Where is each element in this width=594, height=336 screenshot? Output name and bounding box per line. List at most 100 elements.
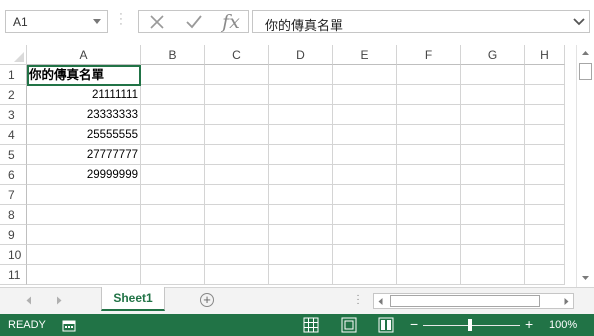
column-header-c[interactable]: C — [205, 45, 269, 65]
horizontal-scroll-thumb[interactable] — [390, 295, 540, 307]
normal-view-icon[interactable] — [303, 317, 319, 333]
cell-b1[interactable] — [141, 65, 205, 85]
tab-split-handle[interactable]: · · · — [356, 291, 360, 309]
cell-b10[interactable] — [141, 245, 205, 265]
vertical-scroll-thumb[interactable] — [579, 63, 592, 80]
column-header-h[interactable]: H — [525, 45, 565, 65]
cell-b2[interactable] — [141, 85, 205, 105]
add-sheet-icon[interactable]: + — [200, 293, 214, 307]
cell-d7[interactable] — [269, 185, 333, 205]
row-header-11[interactable]: 11 — [0, 265, 27, 285]
cell-a6[interactable]: 29999999 — [27, 165, 141, 185]
cell-f1[interactable] — [397, 65, 461, 85]
scroll-right-icon[interactable] — [562, 297, 571, 306]
cell-c4[interactable] — [205, 125, 269, 145]
cell-h5[interactable] — [525, 145, 565, 165]
cell-f3[interactable] — [397, 105, 461, 125]
column-header-d[interactable]: D — [269, 45, 333, 65]
cell-d5[interactable] — [269, 145, 333, 165]
scroll-up-icon[interactable] — [579, 47, 592, 60]
cell-e4[interactable] — [333, 125, 397, 145]
vertical-scrollbar[interactable] — [576, 45, 594, 287]
cell-f11[interactable] — [397, 265, 461, 285]
column-header-e[interactable]: E — [333, 45, 397, 65]
cell-f7[interactable] — [397, 185, 461, 205]
row-header-10[interactable]: 10 — [0, 245, 27, 265]
row-header-9[interactable]: 9 — [0, 225, 27, 245]
cell-d4[interactable] — [269, 125, 333, 145]
cell-c10[interactable] — [205, 245, 269, 265]
formula-input[interactable]: 你的傳真名單 — [252, 10, 590, 34]
cell-g6[interactable] — [461, 165, 525, 185]
cell-e11[interactable] — [333, 265, 397, 285]
cell-h4[interactable] — [525, 125, 565, 145]
macro-record-icon[interactable] — [62, 318, 76, 332]
cell-b7[interactable] — [141, 185, 205, 205]
cell-e10[interactable] — [333, 245, 397, 265]
cell-h8[interactable] — [525, 205, 565, 225]
cell-h11[interactable] — [525, 265, 565, 285]
cell-d8[interactable] — [269, 205, 333, 225]
cell-g9[interactable] — [461, 225, 525, 245]
cell-e9[interactable] — [333, 225, 397, 245]
cell-c1[interactable] — [205, 65, 269, 85]
cell-d10[interactable] — [269, 245, 333, 265]
row-header-5[interactable]: 5 — [0, 145, 27, 165]
cell-g8[interactable] — [461, 205, 525, 225]
cell-f4[interactable] — [397, 125, 461, 145]
next-sheet-icon[interactable] — [55, 296, 63, 305]
sheet-tab-sheet1[interactable]: Sheet1 — [101, 287, 165, 311]
cell-f6[interactable] — [397, 165, 461, 185]
cell-g3[interactable] — [461, 105, 525, 125]
cell-a11[interactable] — [27, 265, 141, 285]
cell-b6[interactable] — [141, 165, 205, 185]
cell-a5[interactable]: 27777777 — [27, 145, 141, 165]
cell-b3[interactable] — [141, 105, 205, 125]
cell-d3[interactable] — [269, 105, 333, 125]
cell-a9[interactable] — [27, 225, 141, 245]
row-header-1[interactable]: 1 — [0, 65, 27, 85]
cell-d2[interactable] — [269, 85, 333, 105]
cell-g11[interactable] — [461, 265, 525, 285]
cell-g1[interactable] — [461, 65, 525, 85]
expand-chevron-icon[interactable] — [573, 17, 585, 27]
cell-b4[interactable] — [141, 125, 205, 145]
row-header-4[interactable]: 4 — [0, 125, 27, 145]
scroll-down-icon[interactable] — [579, 271, 592, 284]
insert-function-button[interactable]: fx — [216, 11, 246, 33]
zoom-slider-thumb[interactable] — [468, 319, 472, 331]
cell-a2[interactable]: 21111111 — [27, 85, 141, 105]
cell-a10[interactable] — [27, 245, 141, 265]
cell-b8[interactable] — [141, 205, 205, 225]
enter-button[interactable] — [179, 12, 209, 32]
cell-f8[interactable] — [397, 205, 461, 225]
cell-e5[interactable] — [333, 145, 397, 165]
cell-f2[interactable] — [397, 85, 461, 105]
cell-c11[interactable] — [205, 265, 269, 285]
horizontal-scrollbar[interactable] — [373, 293, 574, 309]
cell-g5[interactable] — [461, 145, 525, 165]
cell-a1[interactable]: 你的傳真名單 — [27, 65, 141, 85]
cell-e7[interactable] — [333, 185, 397, 205]
cell-c6[interactable] — [205, 165, 269, 185]
cell-c9[interactable] — [205, 225, 269, 245]
cell-b5[interactable] — [141, 145, 205, 165]
cell-d9[interactable] — [269, 225, 333, 245]
worksheet-grid[interactable]: A B C D E F G H 1 你的傳真名單 2 21111111 3 23333333 4 255555… — [0, 45, 575, 287]
cell-f10[interactable] — [397, 245, 461, 265]
cell-c3[interactable] — [205, 105, 269, 125]
column-header-a[interactable]: A — [27, 45, 141, 65]
cell-d11[interactable] — [269, 265, 333, 285]
scroll-left-icon[interactable] — [376, 297, 385, 306]
cell-e3[interactable] — [333, 105, 397, 125]
cell-d6[interactable] — [269, 165, 333, 185]
cell-b11[interactable] — [141, 265, 205, 285]
cell-a4[interactable]: 25555555 — [27, 125, 141, 145]
row-header-2[interactable]: 2 — [0, 85, 27, 105]
cell-c5[interactable] — [205, 145, 269, 165]
cell-e1[interactable] — [333, 65, 397, 85]
page-layout-icon[interactable] — [341, 317, 357, 333]
cell-h2[interactable] — [525, 85, 565, 105]
cell-g2[interactable] — [461, 85, 525, 105]
cell-f5[interactable] — [397, 145, 461, 165]
